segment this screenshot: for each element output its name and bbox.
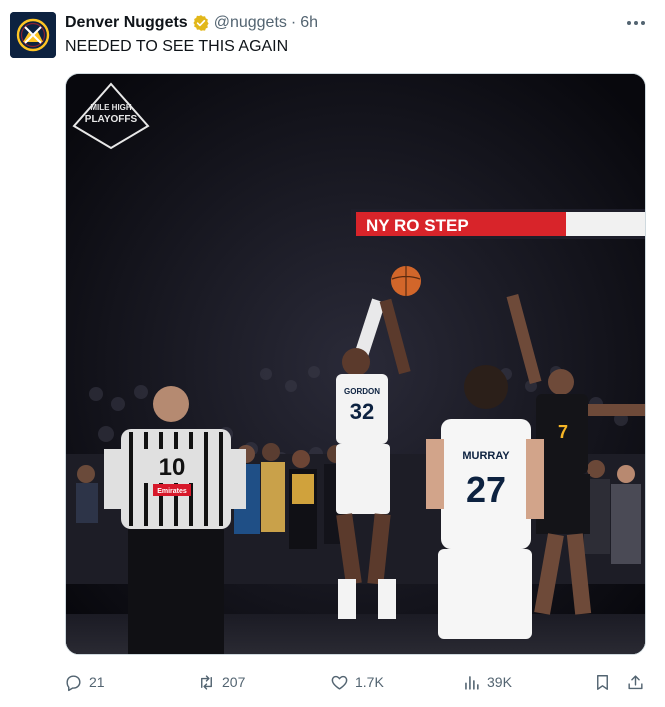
scoreboard-text: NY RO STEP xyxy=(366,216,469,235)
tweet-media-video[interactable]: NY RO STEP MILE HIGH PLAYOFFS 32 GORDON xyxy=(65,73,646,655)
like-button[interactable]: 1.7K xyxy=(330,668,384,696)
views-count: 39K xyxy=(487,674,512,690)
reply-count: 21 xyxy=(89,674,105,690)
timestamp[interactable]: 6h xyxy=(300,14,318,32)
nuggets-logo-icon xyxy=(10,12,56,58)
views-chart-icon xyxy=(465,675,479,690)
tweet-card: Denver Nuggets @nuggets · 6h NEEDED TO S… xyxy=(0,0,665,707)
tweet-text: NEEDED TO SEE THIS AGAIN xyxy=(65,38,289,55)
like-count: 1.7K xyxy=(355,674,384,690)
more-options-button[interactable] xyxy=(622,12,650,34)
share-button[interactable] xyxy=(623,668,647,696)
repost-count: 207 xyxy=(222,674,246,690)
watermark-line1: MILE HIGH xyxy=(90,103,132,112)
separator-dot: · xyxy=(290,14,297,31)
tweet-header: Denver Nuggets @nuggets · 6h xyxy=(65,13,318,33)
jersey-number-7: 7 xyxy=(558,422,568,442)
views-button[interactable]: 39K xyxy=(462,668,512,696)
jersey-name-gordon: GORDON xyxy=(344,387,380,396)
share-icon xyxy=(627,674,643,689)
author-name[interactable]: Denver Nuggets xyxy=(65,14,188,32)
jersey-number-27: 27 xyxy=(466,469,506,510)
bookmark-icon xyxy=(596,674,608,690)
jersey-name-murray: MURRAY xyxy=(462,450,510,462)
more-options-icon xyxy=(627,21,645,25)
repost-button[interactable]: 207 xyxy=(197,668,245,696)
reply-button[interactable]: 21 xyxy=(64,668,105,696)
reply-icon xyxy=(66,674,81,691)
bookmark-button[interactable] xyxy=(590,668,614,696)
jersey-number-32: 32 xyxy=(350,399,374,424)
tweet-actions: 21 207 1.7K 39K xyxy=(0,668,665,696)
watermark-line2: PLAYOFFS xyxy=(85,114,138,125)
author-handle[interactable]: @nuggets xyxy=(214,14,287,32)
referee-patch: Emirates xyxy=(157,488,187,495)
repost-icon xyxy=(201,674,212,690)
referee-number: 10 xyxy=(159,454,186,481)
verified-badge-icon xyxy=(192,14,210,32)
heart-icon xyxy=(331,675,348,690)
avatar[interactable] xyxy=(10,12,56,58)
